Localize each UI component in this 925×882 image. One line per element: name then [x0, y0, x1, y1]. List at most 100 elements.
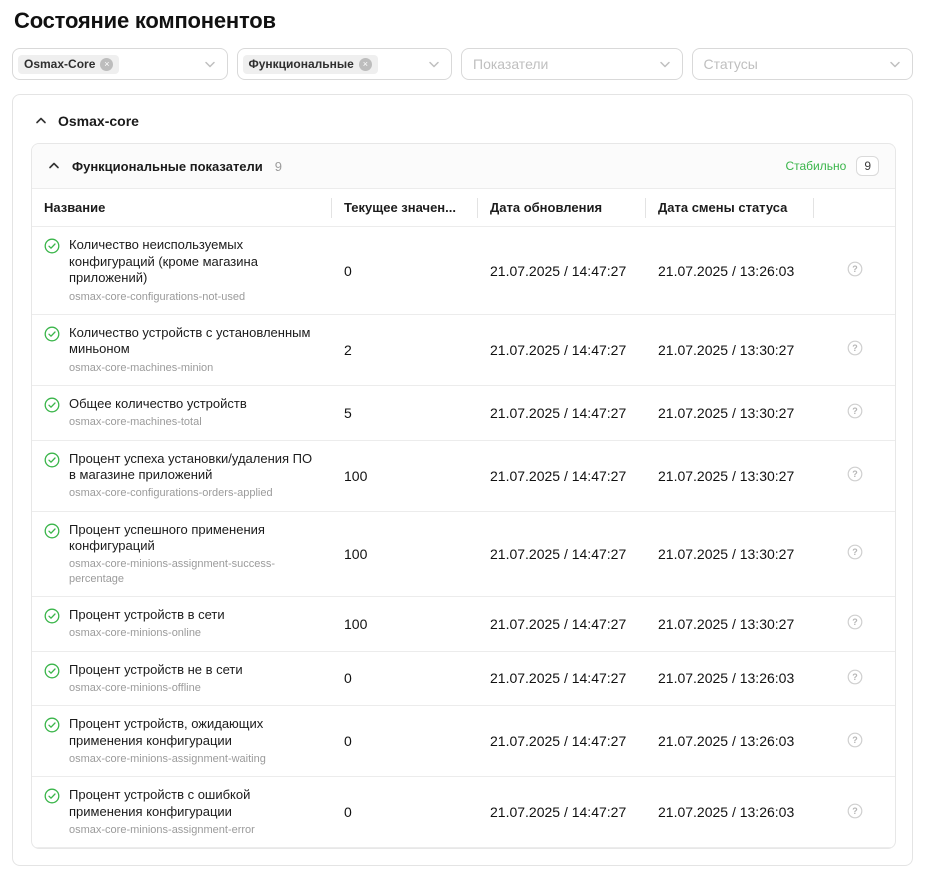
- chevron-up-icon[interactable]: [48, 160, 60, 172]
- check-circle-icon: [44, 452, 60, 468]
- svg-text:?: ?: [852, 617, 858, 627]
- help-icon[interactable]: ?: [847, 732, 863, 748]
- column-header-actions: [814, 189, 895, 227]
- column-header-updated: Дата обновления: [478, 189, 646, 227]
- svg-text:?: ?: [852, 547, 858, 557]
- table-row: Процент успеха установки/удаления ПО в м…: [32, 440, 895, 511]
- status-change-date: 21.07.2025 / 13:30:27: [646, 314, 814, 385]
- status-change-date: 21.07.2025 / 13:30:27: [646, 385, 814, 440]
- indicator-name: Процент успеха установки/удаления ПО в м…: [69, 451, 320, 484]
- table-body: Количество неиспользуемых конфигураций (…: [32, 227, 895, 848]
- help-icon[interactable]: ?: [847, 669, 863, 685]
- help-icon[interactable]: ?: [847, 614, 863, 630]
- check-circle-icon: [44, 788, 60, 804]
- indicator-code: osmax-core-minions-assignment-success-pe…: [69, 557, 320, 586]
- indicator-name: Количество устройств с установленным мин…: [69, 325, 320, 358]
- indicator-code: osmax-core-configurations-orders-applied: [69, 486, 320, 500]
- page: Состояние компонентов Osmax-Core × Функц…: [0, 0, 925, 882]
- components-panel: Osmax-core Функциональные показатели 9 С…: [12, 94, 913, 866]
- status-change-date: 21.07.2025 / 13:26:03: [646, 706, 814, 777]
- functional-indicators-section: Функциональные показатели 9 Стабильно 9: [31, 143, 896, 849]
- indicator-code: osmax-core-minions-assignment-waiting: [69, 752, 320, 766]
- svg-text:?: ?: [852, 343, 858, 353]
- help-icon[interactable]: ?: [847, 261, 863, 277]
- filter-chip-label: Функциональные: [249, 58, 354, 70]
- updated-date: 21.07.2025 / 14:47:27: [478, 511, 646, 596]
- indicator-name: Процент успешного применения конфигураци…: [69, 522, 320, 555]
- check-circle-icon: [44, 238, 60, 254]
- help-icon[interactable]: ?: [847, 466, 863, 482]
- filter-components-select[interactable]: Osmax-Core ×: [12, 48, 228, 80]
- indicator-name: Процент устройств не в сети: [69, 662, 243, 678]
- column-header-status-changed: Дата смены статуса: [646, 189, 814, 227]
- updated-date: 21.07.2025 / 14:47:27: [478, 314, 646, 385]
- check-circle-icon: [44, 523, 60, 539]
- indicator-code: osmax-core-minions-offline: [69, 681, 243, 695]
- chip-close-icon[interactable]: ×: [359, 58, 372, 71]
- check-circle-icon: [44, 397, 60, 413]
- filter-placeholder: Показатели: [473, 56, 548, 72]
- table-row: Количество неиспользуемых конфигураций (…: [32, 227, 895, 314]
- chevron-up-icon[interactable]: [35, 115, 47, 127]
- section-title: Функциональные показатели: [72, 159, 263, 174]
- svg-text:?: ?: [852, 406, 858, 416]
- filter-chip-components: Osmax-Core ×: [18, 55, 119, 74]
- svg-text:?: ?: [852, 806, 858, 816]
- indicator-value: 100: [332, 511, 478, 596]
- updated-date: 21.07.2025 / 14:47:27: [478, 440, 646, 511]
- updated-date: 21.07.2025 / 14:47:27: [478, 651, 646, 706]
- section-header[interactable]: Функциональные показатели 9 Стабильно 9: [32, 144, 895, 189]
- indicator-value: 0: [332, 651, 478, 706]
- help-icon[interactable]: ?: [847, 803, 863, 819]
- filter-indicators-select[interactable]: Показатели: [461, 48, 683, 80]
- indicator-code: osmax-core-configurations-not-used: [69, 290, 320, 304]
- chevron-down-icon: [889, 58, 901, 70]
- indicator-name: Процент устройств с ошибкой применения к…: [69, 787, 320, 820]
- status-change-date: 21.07.2025 / 13:30:27: [646, 440, 814, 511]
- status-change-date: 21.07.2025 / 13:30:27: [646, 596, 814, 651]
- updated-date: 21.07.2025 / 14:47:27: [478, 385, 646, 440]
- indicators-table: Название Текущее значен... Дата обновлен…: [32, 189, 895, 848]
- chip-close-icon[interactable]: ×: [100, 58, 113, 71]
- check-circle-icon: [44, 663, 60, 679]
- indicator-value: 0: [332, 777, 478, 848]
- filter-chip-label: Osmax-Core: [24, 58, 95, 70]
- group-title: Osmax-core: [58, 113, 139, 129]
- filter-chip-groups: Функциональные ×: [243, 55, 378, 74]
- status-change-date: 21.07.2025 / 13:26:03: [646, 651, 814, 706]
- chevron-down-icon: [659, 58, 671, 70]
- indicator-name: Количество неиспользуемых конфигураций (…: [69, 237, 320, 286]
- column-header-value: Текущее значен...: [332, 189, 478, 227]
- help-icon[interactable]: ?: [847, 340, 863, 356]
- updated-date: 21.07.2025 / 14:47:27: [478, 227, 646, 314]
- indicator-code: osmax-core-machines-minion: [69, 361, 320, 375]
- updated-date: 21.07.2025 / 14:47:27: [478, 777, 646, 848]
- table-row: Процент устройств с ошибкой применения к…: [32, 777, 895, 848]
- check-circle-icon: [44, 326, 60, 342]
- indicator-value: 100: [332, 440, 478, 511]
- help-icon[interactable]: ?: [847, 544, 863, 560]
- filter-groups-select[interactable]: Функциональные ×: [237, 48, 453, 80]
- indicator-value: 0: [332, 706, 478, 777]
- indicator-value: 0: [332, 227, 478, 314]
- group-header-osmax-core[interactable]: Osmax-core: [29, 105, 896, 139]
- indicator-name: Процент устройств, ожидающих применения …: [69, 716, 320, 749]
- help-icon[interactable]: ?: [847, 403, 863, 419]
- updated-date: 21.07.2025 / 14:47:27: [478, 706, 646, 777]
- chevron-down-icon: [204, 58, 216, 70]
- status-change-date: 21.07.2025 / 13:26:03: [646, 227, 814, 314]
- status-count-badge: 9: [856, 156, 879, 176]
- indicator-code: osmax-core-minions-online: [69, 626, 225, 640]
- check-circle-icon: [44, 717, 60, 733]
- indicator-value: 2: [332, 314, 478, 385]
- table-header-row: Название Текущее значен... Дата обновлен…: [32, 189, 895, 227]
- section-count: 9: [275, 159, 282, 174]
- filter-statuses-select[interactable]: Статусы: [692, 48, 914, 80]
- indicator-code: osmax-core-machines-total: [69, 415, 247, 429]
- table-row: Процент устройств, ожидающих применения …: [32, 706, 895, 777]
- table-row: Процент устройств не в сети osmax-core-m…: [32, 651, 895, 706]
- filter-bar: Osmax-Core × Функциональные × Показатели: [12, 48, 913, 80]
- filter-placeholder: Статусы: [704, 56, 758, 72]
- indicator-value: 100: [332, 596, 478, 651]
- indicator-code: osmax-core-minions-assignment-error: [69, 823, 320, 837]
